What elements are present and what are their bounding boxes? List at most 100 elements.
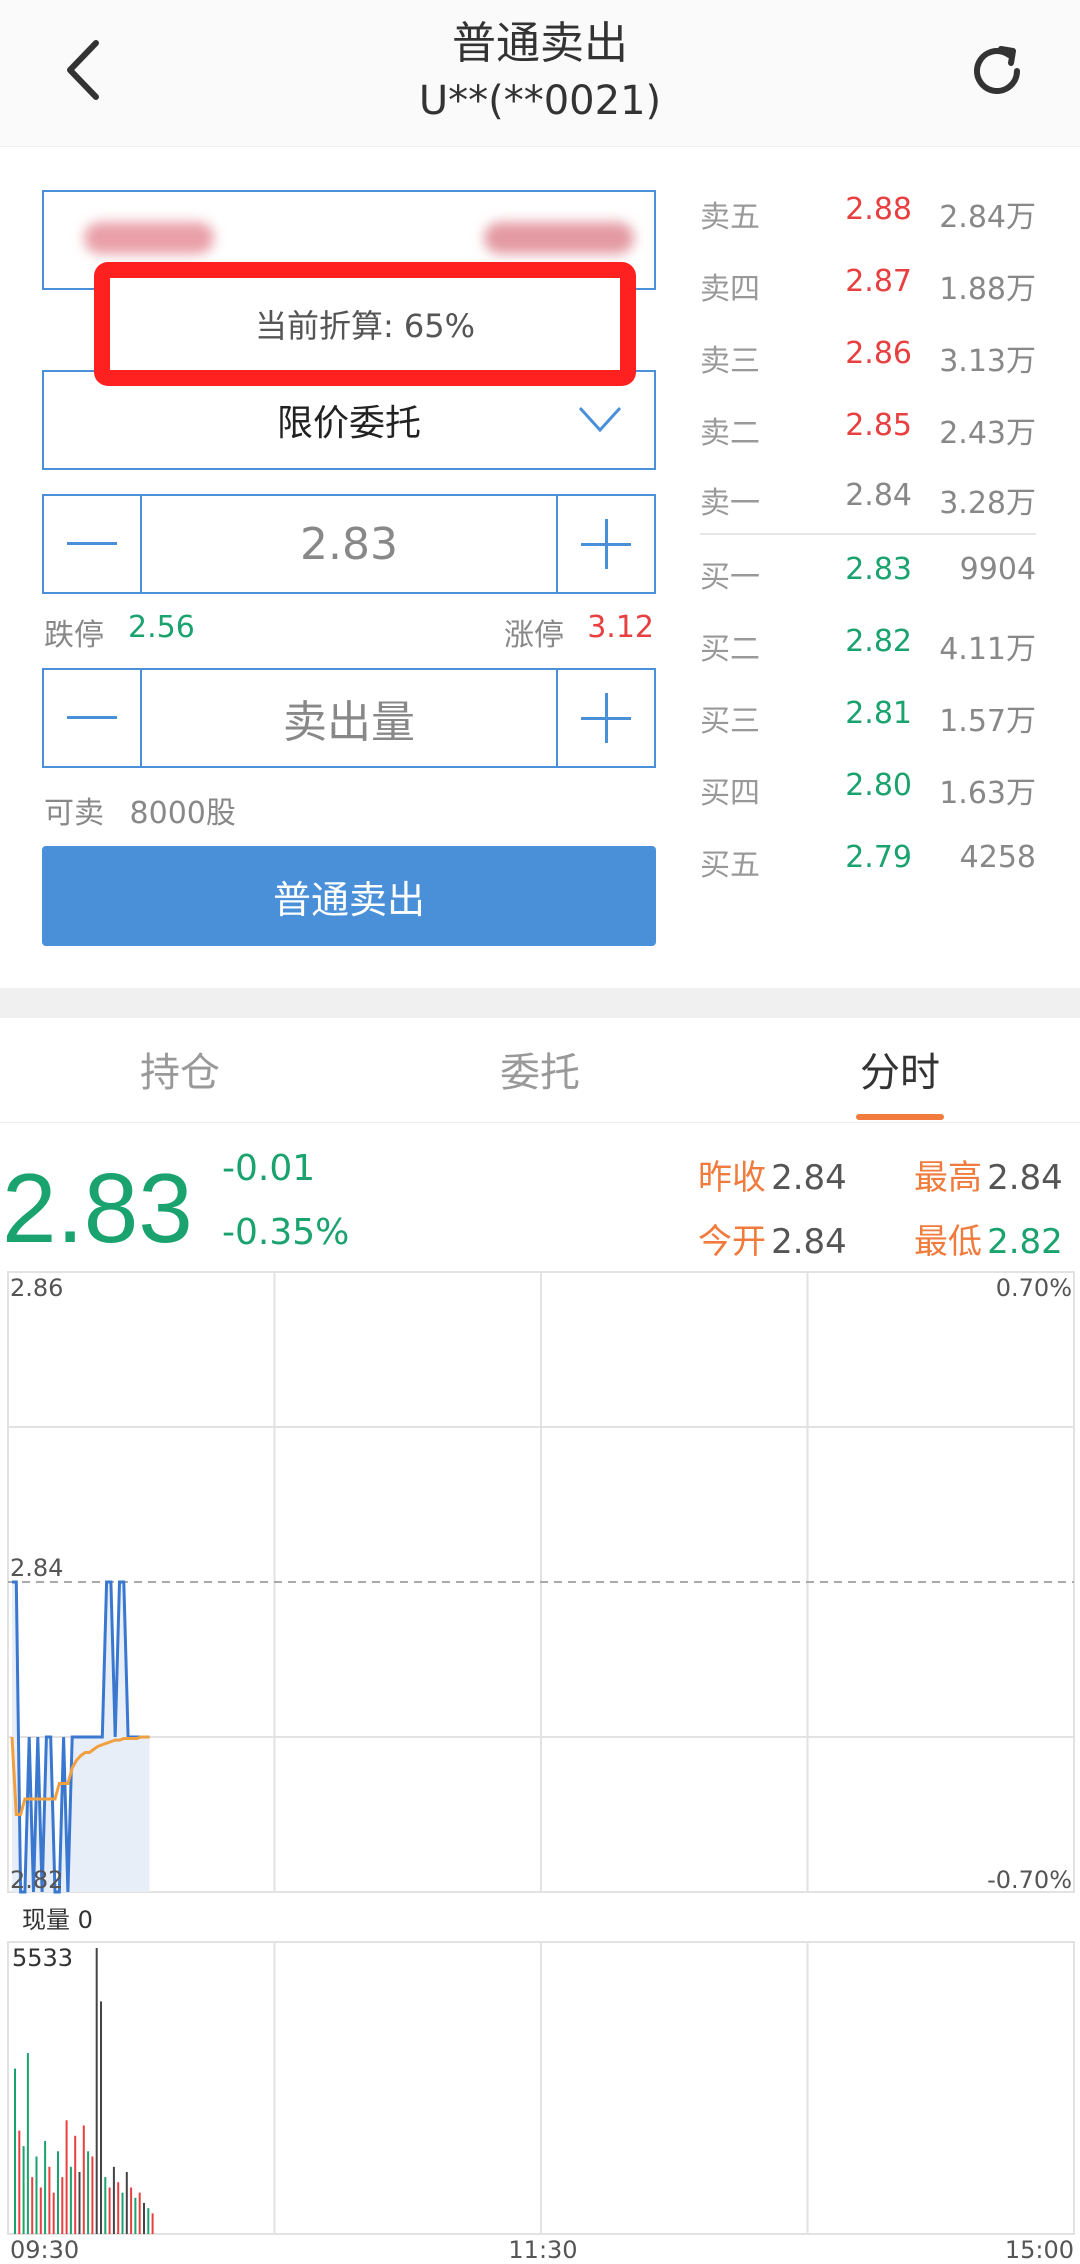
open-label: 今开 [698,1222,766,1262]
bid-volume: 9904 [959,552,1036,587]
available-label: 可卖 [44,796,104,831]
tab-positions[interactable]: 持仓 [60,1040,300,1098]
volume-bar [48,2166,51,2234]
volume-bar [31,2177,34,2234]
ask-volume: 2.43万 [939,416,1036,451]
open-item: 今开 2.84 [698,1214,847,1263]
prev-close-label: 昨收 [698,1158,766,1198]
volume-bar [65,2120,68,2234]
ask-price: 2.86 [845,336,912,371]
price-input[interactable]: 2.83 [140,496,558,592]
bid-row[interactable]: 买四 2.80 1.63万 [700,768,1036,812]
bid-volume: 1.57万 [939,704,1036,739]
bid-label: 买三 [700,704,760,739]
bid-price: 2.81 [845,696,912,731]
volume-bar [74,2135,77,2234]
price-limits-row: 跌停 2.56 涨停 3.12 [44,610,656,654]
limit-up-label: 涨停 [504,618,564,653]
page-title: 普通卖出 [452,18,628,69]
bid-row[interactable]: 买三 2.81 1.57万 [700,696,1036,740]
bid-price: 2.83 [845,552,912,587]
refresh-button[interactable] [962,36,1032,106]
ask-label: 卖四 [700,272,760,307]
discount-highlight: 当前折算: 65% [94,262,636,386]
bid-price: 2.82 [845,624,912,659]
ask-row[interactable]: 卖四 2.87 1.88万 [700,264,1036,308]
bid-price: 2.80 [845,768,912,803]
x-tick-label: 09:30 [10,2236,79,2264]
ask-label: 卖五 [700,200,760,235]
bid-price: 2.79 [845,840,912,875]
volume-bar [14,2068,16,2234]
volume-bar [61,2177,64,2234]
volume-bar [35,2156,38,2234]
volume-bar [91,2156,94,2234]
bid-row[interactable]: 买五 2.79 4258 [700,840,1036,884]
ask-volume: 3.28万 [939,486,1036,521]
ask-label: 卖三 [700,344,760,379]
volume-bar [100,2001,102,2234]
volume-bar [112,2166,115,2234]
limit-down-label: 跌停 [44,618,104,653]
minus-icon [67,542,117,545]
ask-row[interactable]: 卖五 2.88 2.84万 [700,192,1036,236]
quantity-decrease-button[interactable] [44,670,140,766]
x-tick-label: 11:30 [508,2236,577,2264]
volume-bar [104,2177,107,2234]
volume-bar [18,2130,21,2234]
y-tick-label: 2.86 [10,1274,63,1302]
tab-orders[interactable]: 委托 [420,1040,660,1098]
ask-price: 2.84 [845,478,912,513]
volume-bar [125,2171,128,2234]
volume-bar [69,2166,72,2234]
ask-row[interactable]: 卖三 2.86 3.13万 [700,336,1036,380]
ask-volume: 3.13万 [939,344,1036,379]
quantity-increase-button[interactable] [558,670,654,766]
plus-icon [581,519,631,569]
ask-row[interactable]: 卖一 2.84 3.28万 [700,478,1036,522]
minus-icon [67,716,117,719]
volume-bars [14,1948,154,2234]
volume-bar [138,2192,141,2234]
bid-label: 买四 [700,776,760,811]
high-item: 最高 2.84 [914,1150,1063,1199]
high-label: 最高 [914,1158,982,1198]
refresh-icon [974,46,1020,94]
bid-label: 买五 [700,848,760,883]
bid-row[interactable]: 买一 2.83 9904 [700,552,1036,596]
ask-price: 2.87 [845,264,912,299]
bid-volume: 4.11万 [939,632,1036,667]
limit-down-value[interactable]: 2.56 [128,610,195,645]
intraday-chart[interactable]: 2.86 2.84 2.82 0.70% -0.70% 现量 0 5533 09… [0,1270,1080,2264]
prev-close-value: 2.84 [771,1158,847,1198]
low-label: 最低 [914,1222,982,1262]
prev-close-item: 昨收 2.84 [698,1150,847,1199]
bid-row[interactable]: 买二 2.82 4.11万 [700,624,1036,668]
volume-bar [121,2192,124,2234]
account-subtitle: U**(**0021) [418,78,662,124]
ask-label: 卖一 [700,486,760,521]
tab-timeshare[interactable]: 分时 [780,1040,1020,1098]
volume-bar [39,2187,42,2234]
quantity-input[interactable]: 卖出量 [140,670,558,766]
ask-row[interactable]: 卖二 2.85 2.43万 [700,408,1036,452]
sell-button[interactable]: 普通卖出 [42,846,656,946]
ask-label: 卖二 [700,416,760,451]
order-type-label: 限价委托 [276,403,421,444]
right-tick-label: 0.70% [996,1274,1072,1302]
x-tick-label: 15:00 [1005,2236,1074,2264]
high-value: 2.84 [987,1158,1063,1198]
volume-bar [57,2151,59,2234]
volume-bar [117,2182,120,2234]
volume-bar [87,2151,90,2234]
volume-bar [147,2208,150,2234]
volume-bar [26,2053,29,2234]
price-increase-button[interactable] [558,496,654,592]
price-decrease-button[interactable] [44,496,140,592]
limit-up-value[interactable]: 3.12 [587,610,654,645]
volume-bar [44,2140,47,2234]
last-price: 2.83 [2,1153,193,1263]
low-item: 最低 2.82 [914,1214,1063,1263]
section-divider [0,988,1080,1018]
volume-max-label: 5533 [12,1944,73,1972]
